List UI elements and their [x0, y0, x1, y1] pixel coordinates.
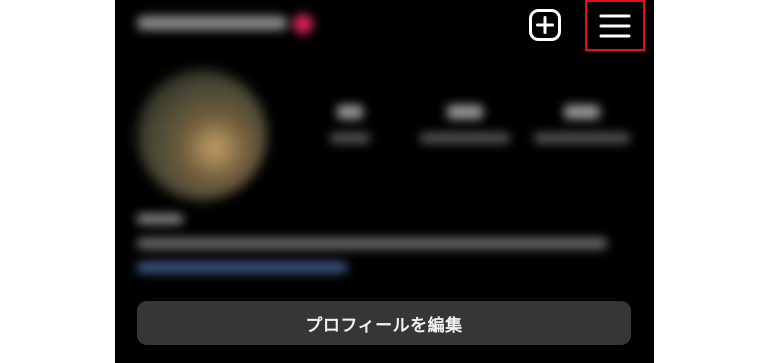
- plus-square-icon: [529, 9, 561, 41]
- bio-link-blurred[interactable]: [137, 262, 347, 273]
- profile-screen: プロフィールを編集: [115, 0, 654, 363]
- bio-text-blurred: [137, 238, 607, 249]
- followers-stat-blurred[interactable]: [415, 95, 515, 143]
- following-stat-blurred[interactable]: [532, 95, 632, 143]
- menu-button[interactable]: [585, 0, 645, 51]
- edit-profile-label: プロフィールを編集: [305, 315, 463, 336]
- profile-stats-blurred: [300, 95, 640, 165]
- username-text-blurred: [137, 16, 287, 30]
- bio-blurred: [137, 210, 617, 285]
- display-name-blurred: [137, 214, 183, 224]
- notification-badge-blurred: [293, 14, 313, 34]
- username-blurred: [137, 10, 327, 36]
- posts-stat-blurred[interactable]: [300, 95, 400, 143]
- edit-profile-button[interactable]: プロフィールを編集: [137, 301, 631, 345]
- hamburger-menu-icon: [599, 14, 631, 37]
- new-post-button[interactable]: [527, 8, 563, 42]
- avatar[interactable]: [137, 70, 267, 200]
